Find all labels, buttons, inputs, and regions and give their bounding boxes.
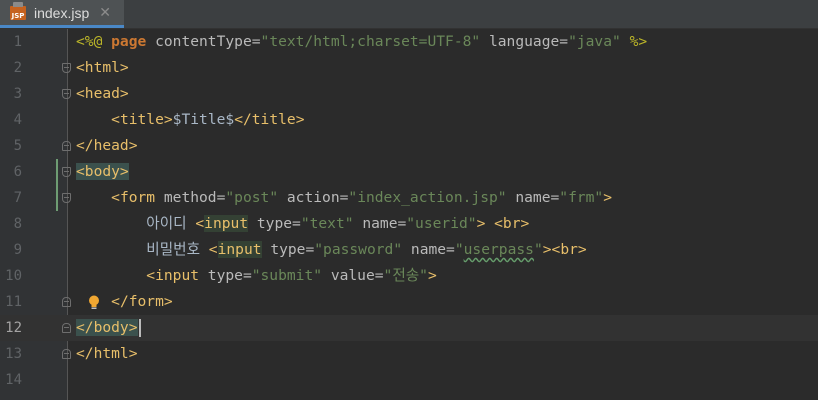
code-line-2[interactable]: 2 <html> bbox=[0, 55, 818, 81]
code-text: <form method="post" action="index_action… bbox=[111, 189, 613, 206]
tab-index-jsp[interactable]: JSP index.jsp ✕ bbox=[0, 0, 124, 28]
line-number: 10 bbox=[5, 268, 22, 284]
code-editor[interactable]: 1 <%@ page contentType="text/html;charse… bbox=[0, 29, 818, 400]
line-number: 1 bbox=[13, 34, 22, 50]
code-text: <body> bbox=[76, 163, 129, 180]
line-number: 5 bbox=[13, 138, 22, 154]
line-number: 8 bbox=[13, 216, 22, 232]
code-line-4[interactable]: 4 <title>$Title$</title> bbox=[0, 107, 818, 133]
fold-icon[interactable] bbox=[62, 323, 71, 333]
code-line-13[interactable]: 13 </html> bbox=[0, 341, 818, 367]
line-number: 2 bbox=[13, 60, 22, 76]
code-text: 비밀번호 <input type="password" name="userpa… bbox=[146, 241, 587, 258]
code-line-12[interactable]: 12 </body> bbox=[0, 315, 818, 341]
code-line-6[interactable]: 6 <body> bbox=[0, 159, 818, 185]
code-text: </form> bbox=[111, 293, 173, 310]
line-number: 11 bbox=[5, 294, 22, 310]
code-text: </body> bbox=[76, 315, 141, 341]
fold-icon[interactable] bbox=[62, 89, 71, 99]
text-caret bbox=[138, 319, 141, 337]
code-line-9[interactable]: 9 비밀번호 <input type="password" name="user… bbox=[0, 237, 818, 263]
line-number: 4 bbox=[13, 112, 22, 128]
line-number: 6 bbox=[13, 164, 22, 180]
line-number: 13 bbox=[5, 346, 22, 362]
close-icon[interactable]: ✕ bbox=[99, 5, 111, 21]
fold-icon[interactable] bbox=[62, 297, 71, 307]
code-line-11[interactable]: 11 </form> bbox=[0, 289, 818, 315]
code-text: </head> bbox=[76, 137, 138, 154]
line-number: 7 bbox=[13, 190, 22, 206]
jsp-file-icon: JSP bbox=[10, 1, 26, 20]
fold-icon[interactable] bbox=[62, 193, 71, 203]
code-text: <html> bbox=[76, 59, 129, 76]
fold-icon[interactable] bbox=[62, 349, 71, 359]
code-line-3[interactable]: 3 <head> bbox=[0, 81, 818, 107]
fold-icon[interactable] bbox=[62, 141, 71, 151]
typo-underline: userpass bbox=[463, 241, 534, 258]
line-number: 3 bbox=[13, 86, 22, 102]
code-text: 아이디 <input type="text" name="userid"> <b… bbox=[146, 215, 530, 232]
code-line-10[interactable]: 10 <input type="submit" value="전송"> bbox=[0, 263, 818, 289]
line-number: 9 bbox=[13, 242, 22, 258]
code-text: <title>$Title$</title> bbox=[111, 111, 305, 128]
code-line-14[interactable]: 14 bbox=[0, 367, 818, 393]
fold-icon[interactable] bbox=[62, 63, 71, 73]
fold-icon[interactable] bbox=[62, 167, 71, 177]
code-text: </html> bbox=[76, 345, 138, 362]
code-text: <head> bbox=[76, 85, 129, 102]
code-line-8[interactable]: 8 아이디 <input type="text" name="userid"> … bbox=[0, 211, 818, 237]
line-number: 14 bbox=[5, 372, 22, 388]
code-text: <%@ page contentType="text/html;charset=… bbox=[76, 33, 648, 50]
editor-tab-bar: JSP index.jsp ✕ bbox=[0, 0, 818, 29]
line-number: 12 bbox=[5, 320, 22, 336]
tab-label: index.jsp bbox=[34, 4, 90, 21]
code-text: <input type="submit" value="전송"> bbox=[146, 267, 437, 284]
code-line-7[interactable]: 7 <form method="post" action="index_acti… bbox=[0, 185, 818, 211]
code-line-1[interactable]: 1 <%@ page contentType="text/html;charse… bbox=[0, 29, 818, 55]
code-line-5[interactable]: 5 </head> bbox=[0, 133, 818, 159]
